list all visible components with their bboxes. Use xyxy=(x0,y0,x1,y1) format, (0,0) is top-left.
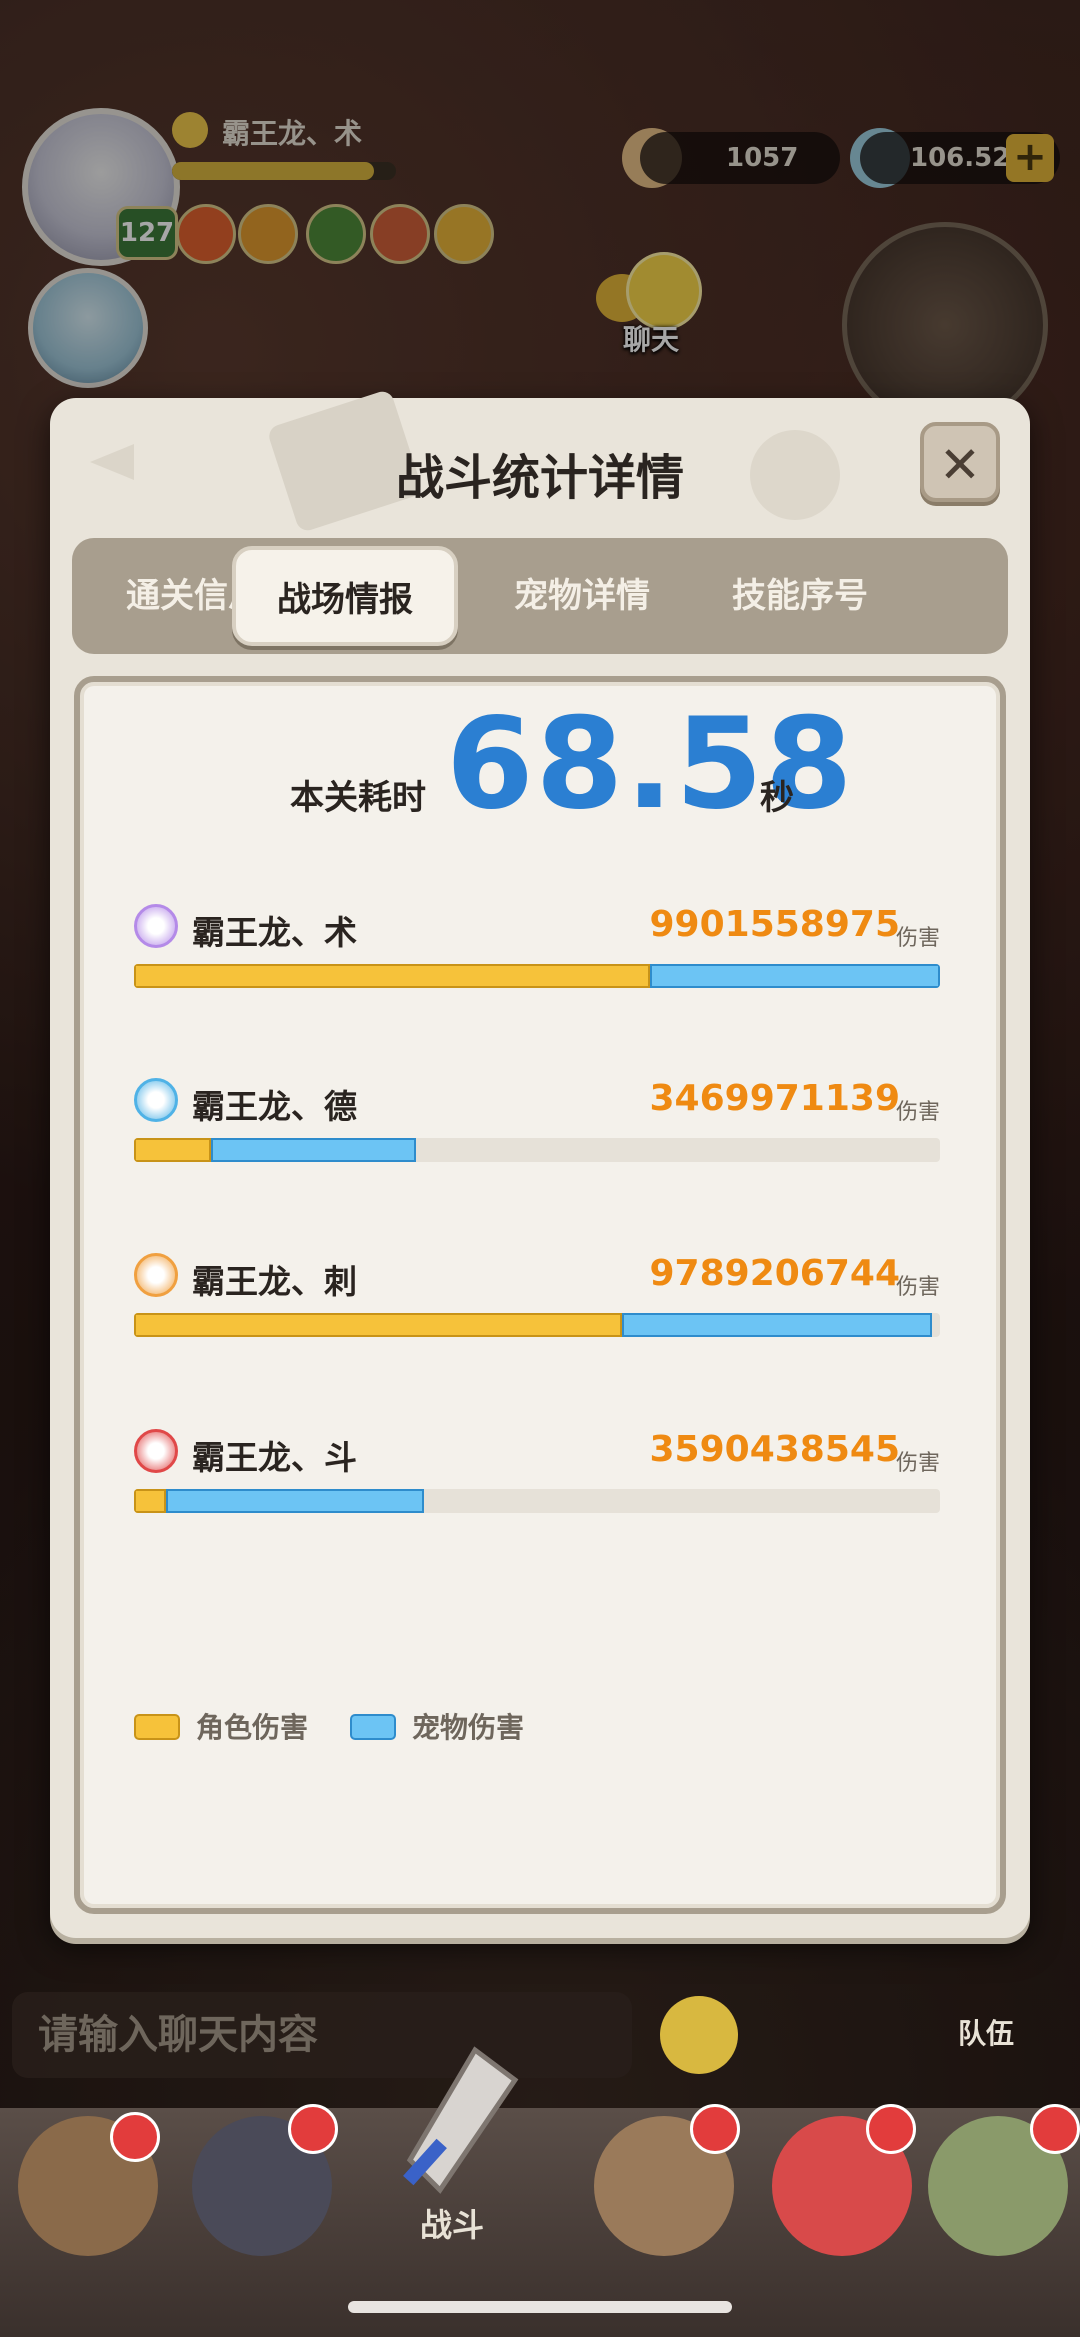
modal-title: 战斗统计详情 xyxy=(395,450,684,506)
notification-bell-icon xyxy=(690,2104,740,2154)
character-damage-segment xyxy=(134,964,650,988)
time-label: 本关耗时 xyxy=(290,778,426,818)
damage-row: 霸王龙、术 9901558975 伤害 xyxy=(134,904,940,1014)
damage-bar xyxy=(134,964,940,988)
legend-character-label: 角色伤害 xyxy=(196,1711,309,1744)
notification-bell-icon xyxy=(866,2104,916,2154)
legend-swatch-character xyxy=(134,1714,180,1740)
damage-unit: 伤害 xyxy=(895,1275,940,1300)
shield-claw-icon xyxy=(134,1429,178,1473)
character-name: 霸王龙、斗 xyxy=(192,1438,357,1477)
notification-bell-icon xyxy=(288,2104,338,2154)
legend-pet-label: 宠物伤害 xyxy=(412,1711,525,1744)
tab-battlefield-intel[interactable]: 战场情报 xyxy=(232,546,458,646)
dagger-icon xyxy=(134,1253,178,1297)
damage-bar xyxy=(134,1138,940,1162)
pet-damage-segment xyxy=(211,1138,416,1162)
pet-damage-segment xyxy=(166,1489,424,1513)
notification-bell-icon xyxy=(1030,2104,1080,2154)
damage-unit: 伤害 xyxy=(895,1100,940,1125)
tab-pet-details[interactable]: 宠物详情 xyxy=(472,538,692,654)
battle-stats-modal: 战斗统计详情 ✕ 通关信息 战场情报 宠物详情 技能序号 本关耗时 68.58 … xyxy=(50,388,1030,1938)
nav-battle-sword-icon[interactable] xyxy=(380,2040,530,2220)
close-button[interactable]: ✕ xyxy=(920,422,1000,502)
character-name: 霸王龙、刺 xyxy=(192,1262,357,1301)
character-damage-segment xyxy=(134,1138,211,1162)
damage-value: 3590438545 xyxy=(649,1429,901,1470)
tab-skill-order[interactable]: 技能序号 xyxy=(690,538,910,654)
damage-row: 霸王龙、德 3469971139 伤害 xyxy=(134,1078,940,1188)
damage-value: 9789206744 xyxy=(649,1253,901,1294)
character-damage-segment xyxy=(134,1313,622,1337)
battlefield-intel-panel: 本关耗时 68.58 秒 霸王龙、术 9901558975 伤害 霸王龙、德 3… xyxy=(74,676,1006,1914)
character-damage-segment xyxy=(134,1489,166,1513)
time-unit: 秒 xyxy=(760,778,794,818)
damage-value: 9901558975 xyxy=(649,904,901,945)
team-label[interactable]: 队伍 xyxy=(958,2012,1014,2052)
chat-input[interactable]: 请输入聊天内容 xyxy=(12,1992,632,2078)
nav-battle-label: 战斗 xyxy=(420,2206,485,2244)
pet-damage-segment xyxy=(650,964,940,988)
character-name: 霸王龙、术 xyxy=(192,913,357,952)
damage-unit: 伤害 xyxy=(895,926,940,951)
tab-bar: 通关信息 战场情报 宠物详情 技能序号 xyxy=(72,538,1008,654)
damage-bar xyxy=(134,1489,940,1513)
emoji-button[interactable] xyxy=(660,1996,738,2074)
damage-value: 3469971139 xyxy=(649,1078,901,1119)
damage-row: 霸王龙、斗 3590438545 伤害 xyxy=(134,1429,940,1539)
damage-unit: 伤害 xyxy=(895,1451,940,1476)
swirl-icon xyxy=(134,904,178,948)
damage-row: 霸王龙、刺 9789206744 伤害 xyxy=(134,1253,940,1363)
legend-swatch-pet xyxy=(350,1714,396,1740)
leaf-spiral-icon xyxy=(134,1078,178,1122)
damage-bar xyxy=(134,1313,940,1337)
notification-bell-icon xyxy=(110,2112,160,2162)
pet-damage-segment xyxy=(622,1313,932,1337)
home-indicator[interactable] xyxy=(348,2301,732,2313)
character-name: 霸王龙、德 xyxy=(192,1087,357,1126)
